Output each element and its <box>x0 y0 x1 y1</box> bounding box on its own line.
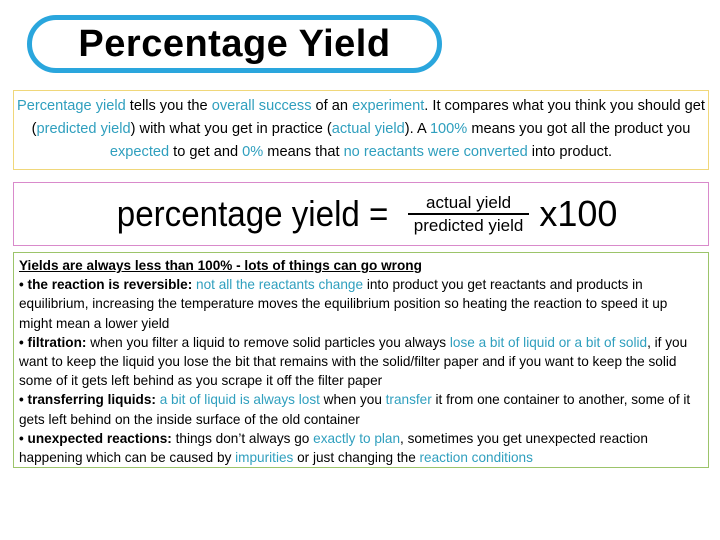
formula-numerator: actual yield <box>426 193 512 212</box>
text-segment: ). A <box>404 121 430 137</box>
highlighted-term: a bit of liquid is always lost <box>159 392 320 408</box>
text-segment: of an <box>311 98 353 114</box>
text-segment: ) with what you get in practice ( <box>130 121 332 137</box>
formula-lhs: percentage yield = <box>116 193 388 234</box>
intro-text: Percentage yield tells you the overall s… <box>14 95 708 164</box>
reason-item: • filtration: when you filter a liquid t… <box>19 333 702 391</box>
highlighted-term: transfer <box>385 392 432 408</box>
text-segment: means you got all the product you <box>467 121 691 137</box>
text-segment: tells you the <box>125 98 212 114</box>
highlighted-term: Percentage yield <box>17 98 126 114</box>
reasons-heading: Yields are always less than 100% - lots … <box>19 258 422 273</box>
formula-fraction: actual yield predicted yield <box>407 193 530 235</box>
highlighted-term: exactly to plan <box>313 430 401 446</box>
reason-item: • unexpected reactions: things don’t alw… <box>19 429 702 467</box>
reason-label: • transferring liquids: <box>19 392 156 408</box>
highlighted-term: expected <box>109 144 170 160</box>
formula-multiplier: x100 <box>539 193 618 234</box>
reason-label: • the reaction is reversible: <box>19 277 193 293</box>
text-segment: when you <box>319 392 386 408</box>
highlighted-term: reaction conditions <box>419 450 533 466</box>
reasons-box: Yields are always less than 100% - lots … <box>13 252 709 468</box>
text-segment: means that <box>263 144 344 160</box>
highlighted-term: 0% <box>242 144 264 160</box>
text-segment: things don’t always go <box>171 430 314 446</box>
highlighted-term: no reactants were converted <box>343 144 528 160</box>
page-title: Percentage Yield <box>78 22 391 65</box>
text-segment: into product. <box>527 144 613 160</box>
text-segment: when you filter a liquid to remove solid… <box>86 334 450 350</box>
highlighted-term: predicted yield <box>36 121 131 137</box>
formula-denominator: predicted yield <box>413 216 524 235</box>
highlighted-term: lose a bit of liquid or a bit of solid <box>449 334 648 350</box>
highlighted-term: overall success <box>211 98 312 114</box>
intro-box: Percentage yield tells you the overall s… <box>13 90 709 170</box>
reasons-list: • the reaction is reversible: not all th… <box>19 275 702 467</box>
highlighted-term: not all the reactants change <box>196 277 364 293</box>
text-segment: or just changing the <box>293 450 420 466</box>
highlighted-term: actual yield <box>331 121 405 137</box>
highlighted-term: experiment <box>352 98 425 114</box>
formula-box: percentage yield = actual yield predicte… <box>13 182 709 246</box>
reason-label: • filtration: <box>19 334 87 350</box>
reason-label: • unexpected reactions: <box>19 430 172 446</box>
title-banner: Percentage Yield <box>27 15 442 73</box>
highlighted-term: 100% <box>429 121 468 137</box>
highlighted-term: impurities <box>235 450 294 466</box>
reason-item: • transferring liquids: a bit of liquid … <box>19 390 702 428</box>
text-segment: to get and <box>169 144 243 160</box>
reason-item: • the reaction is reversible: not all th… <box>19 275 702 333</box>
